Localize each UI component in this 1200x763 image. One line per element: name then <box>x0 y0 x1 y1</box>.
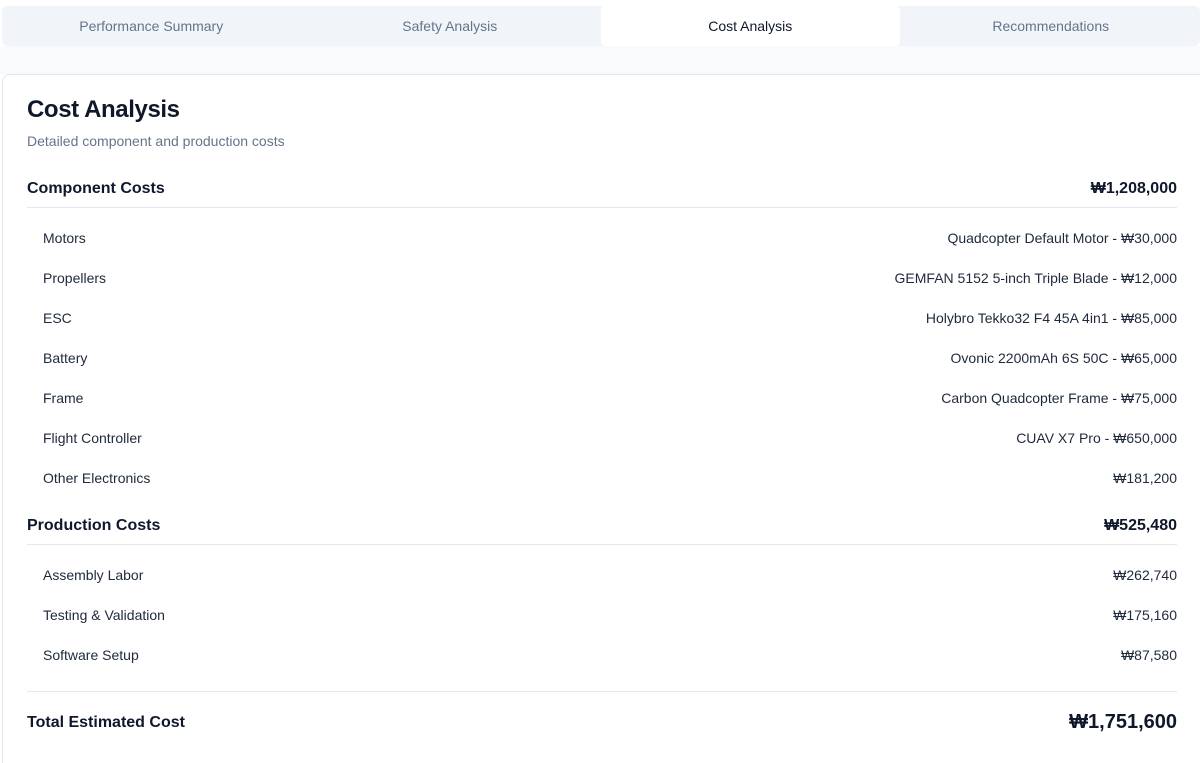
cost-item-name: Propellers <box>43 270 107 286</box>
cost-item-name: Frame <box>43 390 84 406</box>
cost-item-value: CUAV X7 Pro - ₩650,000 <box>1016 430 1177 446</box>
cost-item-row: Software Setup ₩87,580 <box>43 645 1177 665</box>
cost-item-name: Other Electronics <box>43 470 151 486</box>
total-cost-value: ₩1,751,600 <box>1069 711 1177 733</box>
cost-analysis-page: Performance Summary Safety Analysis Cost… <box>0 0 1200 763</box>
cost-item-name: Testing & Validation <box>43 607 165 623</box>
total-cost-label: Total Estimated Cost <box>27 714 185 731</box>
cost-item-row: Other Electronics ₩181,200 <box>43 468 1177 488</box>
component-costs-total: ₩1,208,000 <box>1090 179 1177 197</box>
tab-list: Performance Summary Safety Analysis Cost… <box>2 6 1200 46</box>
cost-item-value: Carbon Quadcopter Frame - ₩75,000 <box>941 390 1177 406</box>
component-costs-header: Component Costs ₩1,208,000 <box>27 170 1177 208</box>
cost-item-value: Holybro Tekko32 F4 45A 4in1 - ₩85,000 <box>925 310 1177 326</box>
cost-item-value: Ovonic 2200mAh 6S 50C - ₩65,000 <box>950 350 1177 366</box>
cost-item-name: Software Setup <box>43 647 139 663</box>
card-subtitle: Detailed component and production costs <box>27 133 285 149</box>
cost-item-value: ₩175,160 <box>1113 607 1177 623</box>
tab-panel-spacer <box>0 46 1200 74</box>
cost-item-name: ESC <box>43 310 72 326</box>
cost-item-name: Motors <box>43 230 86 246</box>
cost-item-value: ₩262,740 <box>1113 567 1177 583</box>
cost-item-name: Assembly Labor <box>43 567 144 583</box>
cost-item-value: Quadcopter Default Motor - ₩30,000 <box>947 230 1177 246</box>
production-costs-header: Production Costs ₩525,480 <box>27 507 1177 545</box>
cost-item-value: ₩181,200 <box>1113 470 1177 486</box>
production-costs-label: Production Costs <box>27 516 161 534</box>
tab-performance-summary[interactable]: Performance Summary <box>2 6 301 46</box>
production-costs-total: ₩525,480 <box>1104 516 1177 534</box>
tab-cost-analysis[interactable]: Cost Analysis <box>601 6 900 46</box>
component-costs-label: Component Costs <box>27 179 165 197</box>
cost-item-name: Battery <box>43 350 88 366</box>
card-title: Cost Analysis <box>27 96 180 123</box>
cost-item-name: Flight Controller <box>43 430 142 446</box>
cost-item-row: ESC Holybro Tekko32 F4 45A 4in1 - ₩85,00… <box>43 308 1177 328</box>
cost-item-row: Flight Controller CUAV X7 Pro - ₩650,000 <box>43 428 1177 448</box>
tab-safety-analysis[interactable]: Safety Analysis <box>301 6 600 46</box>
cost-item-row: Battery Ovonic 2200mAh 6S 50C - ₩65,000 <box>43 348 1177 368</box>
cost-item-row: Testing & Validation ₩175,160 <box>43 605 1177 625</box>
cost-item-row: Frame Carbon Quadcopter Frame - ₩75,000 <box>43 388 1177 408</box>
cost-item-value: ₩87,580 <box>1120 647 1177 663</box>
cost-item-row: Assembly Labor ₩262,740 <box>43 565 1177 585</box>
cost-item-row: Propellers GEMFAN 5152 5-inch Triple Bla… <box>43 268 1177 288</box>
tab-recommendations[interactable]: Recommendations <box>902 6 1200 46</box>
total-divider <box>27 691 1177 692</box>
cost-item-row: Motors Quadcopter Default Motor - ₩30,00… <box>43 228 1177 248</box>
cost-item-value: GEMFAN 5152 5-inch Triple Blade - ₩12,00… <box>894 270 1177 286</box>
